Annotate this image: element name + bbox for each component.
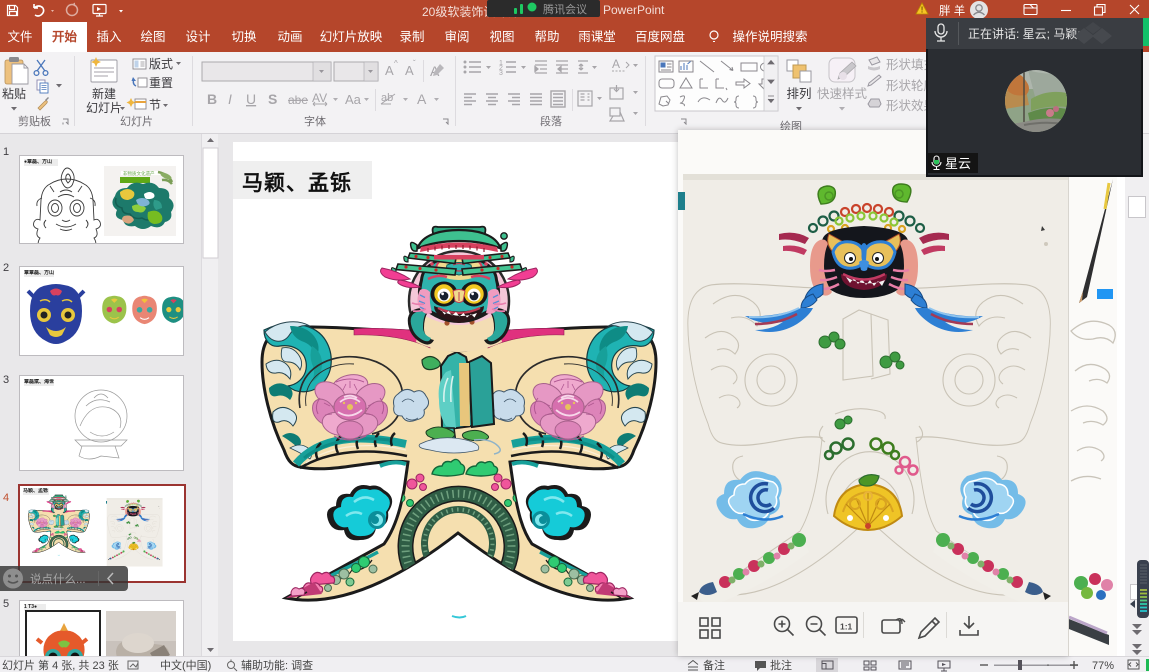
svg-text:ˇ: ˇ bbox=[413, 59, 416, 68]
svg-text:字体: 字体 bbox=[304, 114, 326, 128]
svg-text:重置: 重置 bbox=[149, 76, 173, 90]
svg-text:!: ! bbox=[921, 5, 924, 15]
svg-text:正在讲话: 星云; 马颖;: 正在讲话: 星云; 马颖; bbox=[968, 26, 1081, 41]
svg-text:B: B bbox=[207, 91, 217, 107]
svg-text:77%: 77% bbox=[1092, 660, 1114, 672]
svg-text:节: 节 bbox=[149, 98, 161, 112]
svg-text:A: A bbox=[417, 91, 427, 107]
svg-text:abe: abe bbox=[288, 93, 308, 107]
svg-text:3: 3 bbox=[499, 70, 503, 77]
svg-text:粘贴: 粘贴 bbox=[2, 86, 26, 101]
svg-text:快速样式: 快速样式 bbox=[817, 86, 868, 101]
svg-text:^: ^ bbox=[394, 59, 398, 68]
svg-text:幻灯片: 幻灯片 bbox=[86, 101, 122, 115]
svg-text:备注: 备注 bbox=[703, 658, 725, 672]
svg-text:Aa: Aa bbox=[345, 92, 362, 107]
svg-text:星云: 星云 bbox=[945, 156, 971, 171]
svg-text:非物质文化遗产: 非物质文化遗产 bbox=[123, 170, 155, 177]
svg-text:幻灯片: 幻灯片 bbox=[120, 115, 153, 128]
svg-text:A: A bbox=[385, 63, 394, 78]
svg-text:辅助功能: 调查: 辅助功能: 调查 bbox=[241, 658, 313, 672]
svg-text:胖 羊: 胖 羊 bbox=[939, 4, 965, 18]
svg-text:1:1: 1:1 bbox=[840, 622, 853, 632]
svg-text:批注: 批注 bbox=[770, 658, 792, 672]
svg-text:I: I bbox=[228, 91, 232, 107]
svg-text:幻灯片 第 4 张, 共 23 张: 幻灯片 第 4 张, 共 23 张 bbox=[2, 658, 119, 672]
svg-text:新建: 新建 bbox=[92, 86, 116, 101]
svg-text:排列: 排列 bbox=[786, 87, 811, 101]
svg-text:说点什么...: 说点什么... bbox=[30, 572, 86, 586]
svg-text:版式: 版式 bbox=[149, 57, 173, 71]
svg-text:A: A bbox=[612, 57, 620, 71]
svg-text:腾讯会议: 腾讯会议 bbox=[543, 2, 587, 16]
svg-text:段落: 段落 bbox=[540, 114, 562, 128]
svg-text:剪贴板: 剪贴板 bbox=[18, 114, 51, 128]
svg-text:中文(中国): 中文(中国) bbox=[160, 658, 211, 672]
svg-text:U: U bbox=[246, 91, 256, 107]
svg-text:S: S bbox=[268, 91, 277, 107]
